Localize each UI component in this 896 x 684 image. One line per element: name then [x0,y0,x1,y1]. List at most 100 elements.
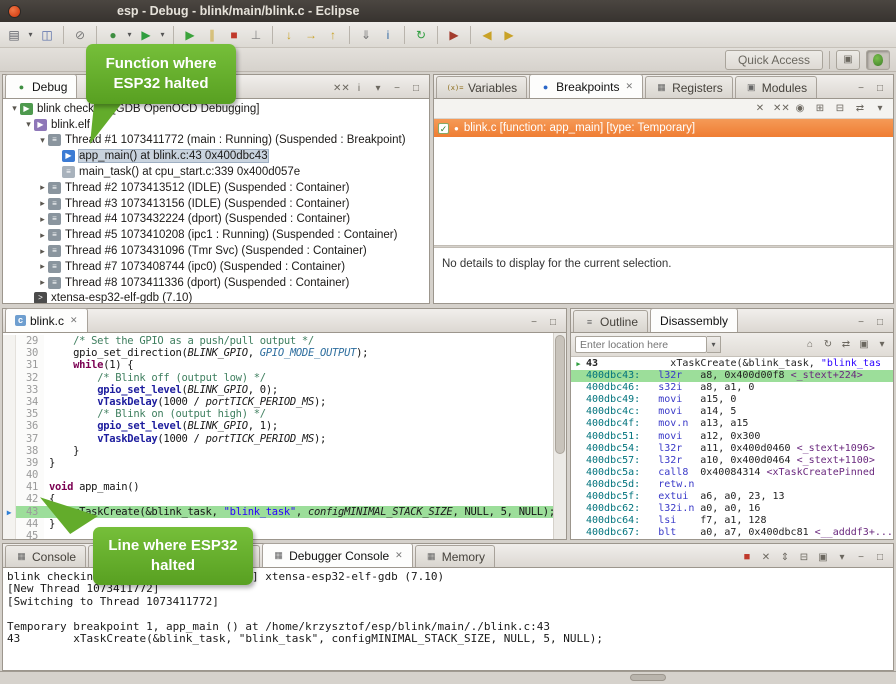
disassembly-row[interactable]: 400dbc62: l32i.na0, a0, 16 [571,503,893,515]
code-line-35[interactable]: 35 /* Blink on (output high) */ [3,408,553,420]
new-icon[interactable]: ▤ [4,25,24,45]
annotation-ruler[interactable] [3,469,16,481]
close-icon[interactable]: ✕ [626,81,634,92]
tab-modules[interactable]: ▣Modules [735,76,817,98]
maximize-icon[interactable]: □ [409,83,423,94]
tab-variables[interactable]: (x)=Variables [436,76,527,98]
breakpoint-row[interactable]: ✓ ● blink.c [function: app_main] [type: … [434,119,893,137]
maximize-icon[interactable]: □ [873,83,887,94]
maximize-icon[interactable]: □ [873,317,887,328]
tree-row[interactable]: ▸≡Thread #4 1073432224 (dport) (Suspende… [3,212,429,228]
line-number[interactable]: 29 [16,335,44,347]
tree-row[interactable]: ▾▶blink.elf [3,117,429,133]
minimize-icon[interactable]: − [854,317,868,328]
disassembly-row[interactable]: 400dbc54: l32ra11, 0x400d0460 <_stext+10… [571,443,893,455]
terminate-icon[interactable]: ■ [224,25,244,45]
line-number[interactable]: 41 [16,481,44,493]
close-icon[interactable]: ✕ [395,550,403,561]
forward-icon[interactable]: ▶ [499,25,519,45]
tree-row[interactable]: ▸≡Thread #6 1073431096 (Tmr Svc) (Suspen… [3,243,429,259]
maximize-icon[interactable]: □ [873,552,887,563]
tab-registers[interactable]: ▦Registers [645,76,733,98]
tab-disassembly[interactable]: Disassembly [650,308,738,332]
code-line-42[interactable]: 42{ [3,493,553,505]
line-number[interactable]: 37 [16,433,44,445]
code-line-40[interactable]: 40 [3,469,553,481]
link-with-debug-icon[interactable]: ⇄ [853,103,867,114]
disassembly-row[interactable]: 400dbc46: s32ia8, a1, 0 [571,382,893,394]
code-line-41[interactable]: 41void app_main() [3,481,553,493]
restart-icon[interactable]: ↻ [411,25,431,45]
expander-icon[interactable]: ▾ [23,119,34,130]
back-icon[interactable]: ◀ [477,25,497,45]
code-line-34[interactable]: 34 vTaskDelay(1000 / portTICK_PERIOD_MS)… [3,396,553,408]
open-perspective-button[interactable]: ▣ [836,50,860,70]
pin-icon[interactable]: ▣ [857,339,871,350]
collapse-all-icon[interactable]: ⊟ [833,103,847,114]
line-number[interactable]: 35 [16,408,44,420]
expander-icon[interactable]: ▸ [37,246,48,257]
tab-breakpoints[interactable]: ●Breakpoints✕ [529,74,643,98]
debug-menu-icon[interactable]: ▾ [125,25,134,45]
code-editor[interactable]: 29 /* Set the GPIO as a push/pull output… [3,333,566,539]
line-number[interactable]: 31 [16,359,44,371]
run-menu-icon[interactable]: ▾ [158,25,167,45]
minimize-icon[interactable]: − [390,83,404,94]
expander-icon[interactable]: ▸ [37,198,48,209]
maximize-icon[interactable]: □ [546,317,560,328]
annotation-ruler[interactable] [3,445,16,457]
tree-row[interactable]: ▸≡Thread #7 1073408744 (ipc0) (Suspended… [3,259,429,275]
breakpoint-checkbox[interactable]: ✓ [438,123,449,134]
code-line-29[interactable]: 29 /* Set the GPIO as a push/pull output… [3,335,553,347]
step-over-icon[interactable]: → [301,25,321,45]
debug-perspective-button[interactable] [866,50,890,70]
show-supported-breakpoints-icon[interactable]: ◉ [793,103,807,114]
tab-debugger-console[interactable]: ▦Debugger Console✕ [262,543,413,567]
code-line-37[interactable]: 37 vTaskDelay(1000 / portTICK_PERIOD_MS)… [3,433,553,445]
expander-icon[interactable]: ▸ [37,230,48,241]
disassembly-row[interactable]: 400dbc64: lsif7, a1, 128 [571,515,893,527]
close-icon[interactable]: ✕ [70,315,78,326]
code-line-38[interactable]: 38 } [3,445,553,457]
scrollbar-thumb[interactable] [555,335,565,454]
disassembly-row[interactable]: 400dbc5f: extuia6, a0, 23, 13 [571,491,893,503]
skip-all-breakpoints-icon[interactable]: ⊘ [70,25,90,45]
disassembly-row[interactable]: 400dbc4f: mov.na13, a15 [571,418,893,430]
annotation-ruler[interactable] [3,420,16,432]
run-icon[interactable]: ▶ [136,25,156,45]
tab-memory[interactable]: ▦Memory [415,545,495,567]
disassembly-row[interactable]: 400dbc67: blta0, a7, 0x400dbc81 <__adddf… [571,527,893,539]
instruction-stepping-icon[interactable]: i [378,25,398,45]
annotation-ruler[interactable] [3,530,16,539]
expander-icon[interactable]: ▸ [37,277,48,288]
step-return-icon[interactable]: ↑ [323,25,343,45]
annotation-ruler[interactable] [3,518,16,530]
annotation-ruler[interactable] [3,335,16,347]
remove-breakpoint-icon[interactable]: ✕ [753,103,767,114]
line-number[interactable]: 32 [16,372,44,384]
line-number[interactable]: 39 [16,457,44,469]
tab-outline[interactable]: ≡Outline [573,310,648,332]
expander-icon[interactable]: ▸ [37,261,48,272]
line-number[interactable]: 33 [16,384,44,396]
expander-icon[interactable]: ▸ [37,182,48,193]
annotation-ruler[interactable]: ▶ [3,506,16,518]
tab-debug[interactable]: ●Debug [5,74,77,98]
disassembly-row[interactable]: ▶43 xTaskCreate(&blink_task, "blink_tas [571,358,893,370]
go-to-pc-icon[interactable]: ⌂ [803,339,817,350]
expander-icon[interactable]: ▾ [9,103,20,114]
annotation-ruler[interactable] [3,372,16,384]
code-line-33[interactable]: 33 gpio_set_level(BLINK_GPIO, 0); [3,384,553,396]
scrollbar-thumb[interactable] [630,674,666,681]
quick-access-button[interactable]: Quick Access [725,50,823,70]
scroll-lock-icon[interactable]: ⇕ [778,552,792,563]
annotation-ruler[interactable] [3,433,16,445]
line-number[interactable]: 42 [16,493,44,505]
minimize-icon[interactable]: − [854,552,868,563]
location-input[interactable] [575,336,707,353]
tree-row[interactable]: ▸≡Thread #8 1073411336 (dport) (Suspende… [3,275,429,291]
annotation-ruler[interactable] [3,384,16,396]
debug-icon[interactable]: ● [103,25,123,45]
drop-to-frame-icon[interactable]: ⇓ [356,25,376,45]
code-line-39[interactable]: 39} [3,457,553,469]
